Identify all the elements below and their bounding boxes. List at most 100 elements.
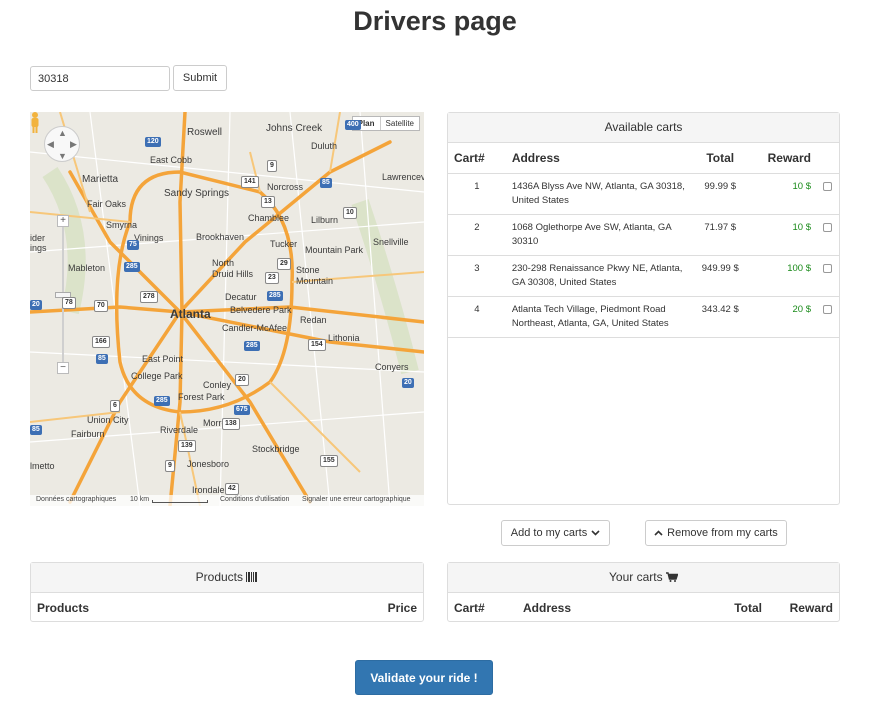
map-label: Mountain Park: [305, 245, 364, 255]
submit-button[interactable]: Submit: [173, 65, 227, 91]
map-label: ings: [30, 243, 47, 253]
map-label: Chamblee: [248, 213, 290, 223]
shopping-cart-icon: [665, 572, 679, 582]
map-label: Forest Park: [178, 392, 225, 402]
col-reward: Reward: [789, 600, 833, 615]
highway-shield: 154: [308, 339, 326, 351]
products-table-header: Products Price: [31, 593, 423, 622]
cart-total: 99.99 $: [693, 173, 748, 215]
map-label: North Druid Hills: [212, 258, 254, 279]
cart-select-checkbox[interactable]: [823, 263, 833, 273]
map-label: East Cobb: [150, 155, 193, 165]
cart-address: Atlanta Tech Village, Piedmont Road Nort…: [505, 296, 694, 338]
highway-shield: 141: [241, 176, 259, 188]
map-label: Johns Creek: [266, 123, 323, 134]
cart-select-checkbox[interactable]: [823, 222, 833, 232]
map-label: ider: [30, 233, 46, 243]
highway-shield: 29: [277, 258, 291, 270]
map-scale-bar: [152, 500, 208, 503]
street-view-pegman-icon[interactable]: [30, 112, 40, 134]
zip-code-input[interactable]: [30, 66, 170, 91]
map-label: Fairburn: [71, 429, 105, 439]
highway-shield: 20: [235, 374, 249, 386]
map-label: College Park: [131, 371, 183, 381]
highway-shield: 285: [124, 262, 140, 272]
map-label: Conley: [203, 380, 232, 390]
available-carts-table: Cart# Address Total Reward 1 1436A Blyss…: [448, 143, 839, 338]
cart-select-checkbox[interactable]: [823, 304, 833, 314]
pan-right-icon[interactable]: ▶: [70, 139, 77, 150]
highway-shield: 78: [62, 297, 76, 309]
cart-number: 4: [448, 296, 506, 338]
pan-down-icon[interactable]: ▼: [58, 151, 67, 161]
map-label: Marietta: [82, 174, 119, 185]
map-label: Lilburn: [311, 215, 339, 225]
pan-up-icon[interactable]: ▲: [58, 128, 67, 138]
map-label: Irondale: [192, 485, 225, 495]
highway-shield: 155: [320, 455, 338, 467]
col-reward: Reward: [747, 143, 817, 174]
your-carts-table-header: Cart# Address Total Reward: [448, 593, 839, 622]
highway-shield: 675: [234, 405, 250, 415]
cart-select-checkbox[interactable]: [823, 181, 833, 191]
pan-control[interactable]: ▲ ▼ ◀ ▶: [44, 126, 80, 162]
pan-left-icon[interactable]: ◀: [47, 139, 54, 150]
validate-ride-button[interactable]: Validate your ride !: [355, 660, 493, 695]
zoom-out-button[interactable]: −: [57, 362, 69, 374]
col-address: Address: [523, 600, 572, 615]
highway-shield: 42: [225, 483, 239, 495]
barcode-icon: [246, 572, 258, 582]
table-header-row: Cart# Address Total Reward: [448, 143, 839, 174]
your-carts-panel: Your carts Cart# Address Total Reward: [447, 562, 840, 622]
cart-number: 1: [448, 173, 506, 215]
chevron-up-icon: [654, 530, 663, 536]
table-row: 2 1068 Oglethorpe Ave SW, Atlanta, GA 30…: [448, 214, 839, 256]
map-label: Snellville: [373, 237, 409, 247]
cart-number: 2: [448, 214, 506, 256]
highway-shield: 166: [92, 336, 110, 348]
col-total: Total: [734, 600, 762, 615]
map-label: Duluth: [311, 141, 338, 151]
highway-shield: 278: [140, 291, 158, 303]
map-type-control: Plan Satellite: [351, 116, 420, 131]
map-label: Norcross: [267, 182, 304, 192]
map-footer: Données cartographiques 10 km Conditions…: [30, 495, 424, 506]
products-heading-label: Products: [195, 570, 243, 584]
highway-shield: 285: [267, 291, 283, 301]
map-type-satellite[interactable]: Satellite: [381, 117, 419, 130]
table-row: 3 230-298 Renaissance Pkwy NE, Atlanta, …: [448, 255, 839, 297]
cart-number: 3: [448, 255, 506, 297]
highway-shield: 20: [402, 378, 414, 388]
col-total: Total: [693, 143, 748, 174]
map-label: Jonesboro: [187, 459, 230, 469]
map-label: Lithonia: [328, 333, 360, 343]
highway-shield: 6: [110, 400, 120, 412]
map-label: Atlanta: [170, 307, 211, 321]
cart-address: 230-298 Renaissance Pkwy NE, Atlanta, GA…: [505, 255, 694, 297]
map-report-link[interactable]: Signaler une erreur cartographique: [302, 496, 411, 503]
cart-total: 343.42 $: [693, 296, 748, 338]
map-label: Fair Oaks: [87, 199, 127, 209]
map-label: lmetto: [30, 461, 55, 471]
highway-shield: 85: [96, 354, 108, 364]
add-to-my-carts-button[interactable]: Add to my carts: [501, 520, 610, 546]
map-label: Redan: [300, 315, 327, 325]
highway-shield: 400: [345, 120, 361, 130]
map-label: Smyrna: [106, 220, 138, 230]
zoom-in-button[interactable]: +: [57, 215, 69, 227]
map-label: Brookhaven: [196, 232, 245, 242]
highway-shield: 285: [244, 341, 260, 351]
highway-shield: 85: [320, 178, 332, 188]
cart-reward: 10 $: [747, 214, 817, 256]
your-carts-heading: Your carts: [448, 563, 839, 593]
cart-total: 71.97 $: [693, 214, 748, 256]
map[interactable]: Plan Satellite ▲ ▼ ◀ ▶ + − Roswell Johns…: [30, 112, 424, 506]
map-label: Conyers: [375, 362, 409, 372]
highway-shield: 70: [94, 300, 108, 312]
map-scale: 10 km: [130, 496, 150, 503]
remove-from-my-carts-button[interactable]: Remove from my carts: [645, 520, 787, 546]
highway-shield: 120: [145, 137, 161, 147]
map-data-credit: Données cartographiques: [36, 496, 117, 503]
map-terms-link[interactable]: Conditions d'utilisation: [220, 496, 289, 503]
map-label: Union City: [87, 415, 129, 425]
